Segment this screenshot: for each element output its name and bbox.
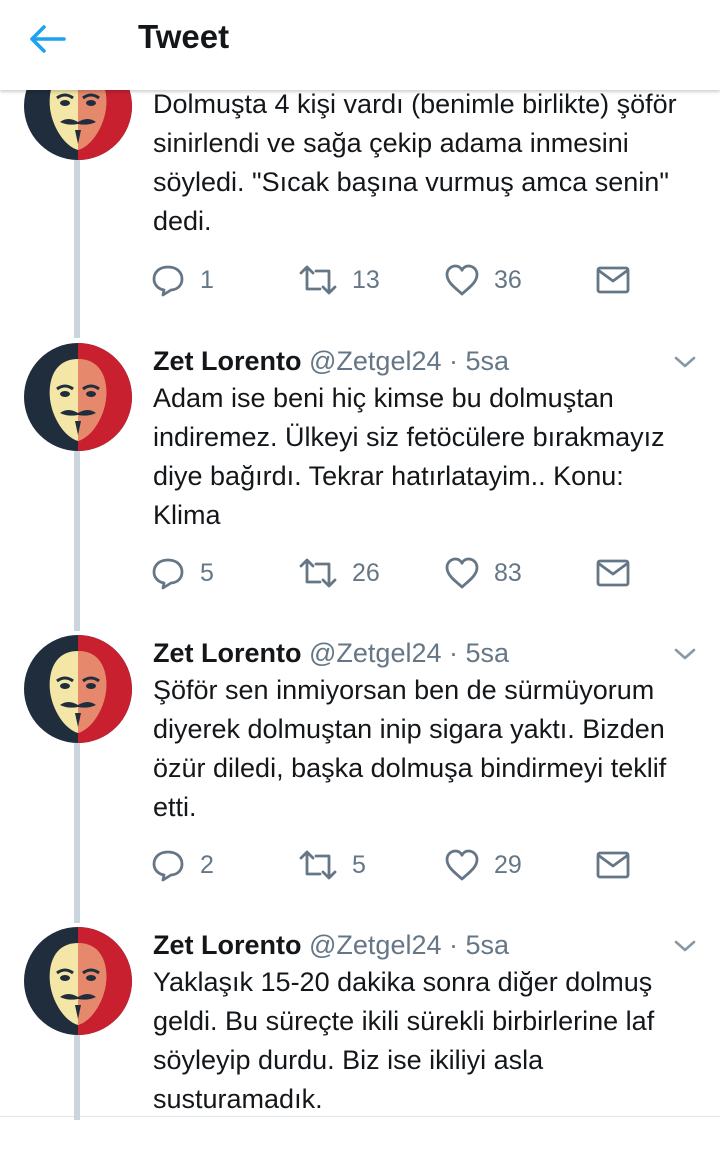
- chevron-down-icon: [674, 940, 696, 952]
- reply-icon: [152, 265, 184, 297]
- tweet-header: Zet Lorento @Zetgel24 · 5sa: [153, 927, 509, 963]
- user-handle[interactable]: @Zetgel24: [309, 930, 441, 960]
- envelope-icon: [596, 559, 630, 587]
- tweet-actions: 2 5 29: [150, 845, 650, 885]
- tweet-header: Zet Lorento @Zetgel24 · 5sa: [153, 343, 509, 379]
- direct-message-button[interactable]: [596, 553, 630, 593]
- tweet-text: Yaklaşık 15-20 dakika sonra diğer dolmuş…: [153, 967, 655, 1114]
- back-button[interactable]: [22, 16, 72, 62]
- avatar-image: [24, 927, 132, 1035]
- heart-icon: [445, 557, 479, 589]
- retweet-button[interactable]: 26: [298, 553, 380, 593]
- tweet[interactable]: Zet Lorento @Zetgel24 · 5sa Yaklaşık 15-…: [0, 927, 720, 1117]
- tweet-actions: 5 26 83: [150, 553, 650, 593]
- like-button[interactable]: 29: [444, 845, 522, 885]
- tweet-text: Şöför sen inmiyorsan ben de sürmüyorum d…: [153, 675, 667, 822]
- display-name[interactable]: Zet Lorento: [153, 638, 302, 668]
- heart-icon: [445, 264, 479, 296]
- avatar[interactable]: [24, 343, 132, 451]
- user-handle[interactable]: @Zetgel24: [309, 346, 441, 376]
- direct-message-button[interactable]: [596, 260, 630, 300]
- thread-line: [74, 738, 80, 923]
- tweet-menu-button[interactable]: [668, 351, 702, 373]
- like-count: 36: [494, 265, 522, 294]
- reply-icon: [152, 558, 184, 590]
- retweet-button[interactable]: 5: [298, 845, 366, 885]
- reply-button[interactable]: 5: [150, 553, 214, 593]
- timestamp[interactable]: 5sa: [466, 930, 510, 960]
- top-app-bar: Tweet: [0, 0, 720, 90]
- avatar[interactable]: [24, 635, 132, 743]
- reply-button[interactable]: 1: [150, 260, 214, 300]
- like-button[interactable]: 36: [444, 260, 522, 300]
- direct-message-button[interactable]: [596, 845, 630, 885]
- tweet[interactable]: Zet Lorento @Zetgel24 · 5sa Adam ise ben…: [0, 343, 720, 635]
- user-handle[interactable]: @Zetgel24: [309, 638, 441, 668]
- chevron-down-icon: [674, 356, 696, 368]
- reply-icon: [152, 850, 184, 882]
- tweet-header: Zet Lorento @Zetgel24 · 5sa: [153, 635, 509, 671]
- tweet-menu-button[interactable]: [668, 643, 702, 665]
- timestamp[interactable]: 5sa: [466, 346, 510, 376]
- retweet-icon: [299, 850, 337, 880]
- timestamp[interactable]: 5sa: [466, 638, 510, 668]
- chevron-down-icon: [674, 648, 696, 660]
- separator-dot: ·: [449, 638, 459, 668]
- thread-line: [74, 1030, 80, 1120]
- tweet[interactable]: Zet Lorento @Zetgel24 · 5sa Şöför sen in…: [0, 635, 720, 927]
- retweet-icon: [299, 558, 337, 588]
- display-name[interactable]: Zet Lorento: [153, 930, 302, 960]
- separator-dot: ·: [449, 346, 459, 376]
- heart-icon: [445, 849, 479, 881]
- tweet-actions: 1 13 36: [150, 260, 650, 300]
- thread-line: [74, 446, 80, 631]
- page-title: Tweet: [138, 18, 230, 55]
- envelope-icon: [596, 266, 630, 294]
- tweet-text: Dolmuşta 4 kişi vardı (benimle birlikte)…: [153, 89, 677, 236]
- like-button[interactable]: 83: [444, 553, 522, 593]
- retweet-count: 26: [352, 558, 380, 587]
- like-count: 83: [494, 558, 522, 587]
- avatar[interactable]: [24, 927, 132, 1035]
- avatar-image: [24, 343, 132, 451]
- retweet-icon: [299, 265, 337, 295]
- retweet-count: 13: [352, 265, 380, 294]
- tweet-menu-button[interactable]: [668, 935, 702, 957]
- reply-count: 2: [200, 850, 214, 879]
- tweet-text: Adam ise beni hiç kimse bu dolmuştan ind…: [153, 383, 665, 530]
- separator-dot: ·: [449, 930, 459, 960]
- envelope-icon: [596, 851, 630, 879]
- retweet-button[interactable]: 13: [298, 260, 380, 300]
- reply-count: 5: [200, 558, 214, 587]
- retweet-count: 5: [352, 850, 366, 879]
- display-name[interactable]: Zet Lorento: [153, 346, 302, 376]
- bottom-bar: [0, 1116, 720, 1150]
- like-count: 29: [494, 850, 522, 879]
- avatar-image: [24, 635, 132, 743]
- reply-count: 1: [200, 265, 214, 294]
- thread-line: [74, 150, 80, 338]
- reply-button[interactable]: 2: [150, 845, 214, 885]
- arrow-left-icon: [30, 25, 66, 53]
